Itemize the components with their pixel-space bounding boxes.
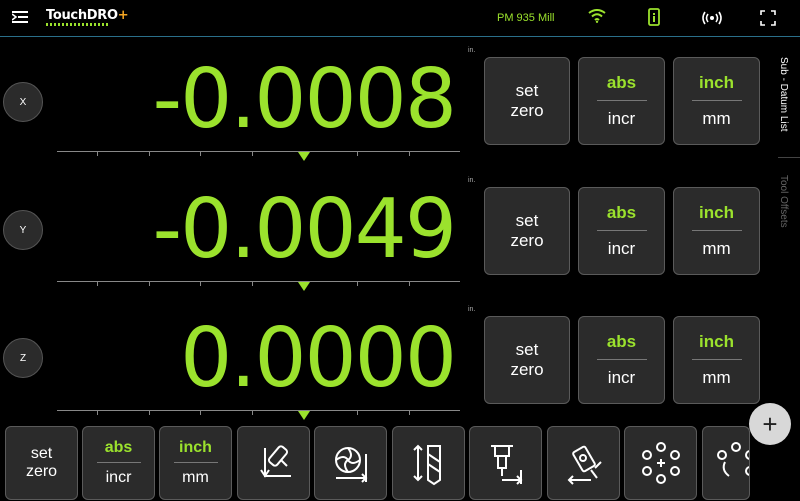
inch-label: inch (699, 73, 734, 92)
scale-marker-y (298, 282, 310, 291)
zero-label: zero (510, 101, 544, 120)
zero-label: zero (510, 360, 544, 379)
wifi-icon[interactable] (588, 9, 606, 28)
mm-label: mm (182, 469, 209, 486)
abs-incr-button-y[interactable]: abs incr (578, 187, 665, 275)
scale-marker-x (298, 152, 310, 161)
inch-mm-button-y[interactable]: inch mm (673, 187, 760, 275)
broadcast-icon[interactable] (702, 11, 722, 30)
abs-label: abs (606, 332, 637, 351)
axis-button-x[interactable]: X (3, 82, 43, 122)
bolt-circle-button[interactable] (624, 426, 697, 500)
scale-y (57, 281, 460, 291)
unit-label-x: in. (468, 47, 476, 54)
tool-length-button[interactable] (392, 426, 465, 500)
tab-sub-datum-list[interactable]: Sub - Datum List (778, 57, 800, 157)
tool-offset-button[interactable] (469, 426, 542, 500)
axis-button-y[interactable]: Y (3, 210, 43, 250)
incr-label: incr (607, 368, 636, 387)
unit-label-z: in. (468, 306, 476, 313)
unit-label-y: in. (468, 177, 476, 184)
logo-underline (46, 23, 110, 26)
inch-label: inch (699, 203, 734, 222)
zero-label: zero (25, 463, 58, 480)
menu-icon[interactable] (11, 10, 28, 29)
abs-label: abs (606, 203, 637, 222)
probe-icon (567, 445, 602, 485)
set-zero-button-x[interactable]: set zero (484, 57, 570, 145)
abs-label: abs (606, 73, 637, 92)
plus-icon: + (762, 408, 778, 439)
top-bar: TouchDRO+ PM 935 Mill (0, 0, 800, 37)
incr-label: incr (607, 239, 636, 258)
bolt-circle-partial-icon (717, 442, 749, 477)
axis-row-y: Y -0.0049 in. set zero abs incr inch mm (0, 167, 800, 297)
set-zero-button-y[interactable]: set zero (484, 187, 570, 275)
axis-button-z[interactable]: Z (3, 338, 43, 378)
set-zero-button-z[interactable]: set zero (484, 316, 570, 404)
scale-marker-z (298, 411, 310, 420)
edge-finder-button[interactable] (237, 426, 310, 500)
bolt-circle-icon (641, 442, 680, 484)
inch-mm-button-x[interactable]: inch mm (673, 57, 760, 145)
app-name: TouchDRO (46, 8, 118, 23)
scale-x (57, 151, 460, 161)
bolt-circle-partial-button[interactable] (702, 426, 750, 500)
scale-z (57, 410, 460, 420)
inch-mm-button-z[interactable]: inch mm (673, 316, 760, 404)
tool-offset-icon (490, 445, 522, 485)
set-label: set (515, 81, 539, 100)
app-logo: TouchDRO+ (46, 8, 129, 26)
axis-readout-x[interactable]: -0.0008 (152, 59, 457, 141)
abs-incr-button-x[interactable]: abs incr (578, 57, 665, 145)
abs-incr-button-z[interactable]: abs incr (578, 316, 665, 404)
axis-row-x: X -0.0008 in. set zero abs incr inch mm (0, 37, 800, 167)
axis-readout-y[interactable]: -0.0049 (152, 189, 457, 271)
mm-label: mm (702, 368, 731, 387)
inch-label: inch (699, 332, 734, 351)
inch-label: inch (179, 439, 212, 456)
set-label: set (515, 211, 539, 230)
tab-tool-offsets-label: Tool Offsets (778, 175, 789, 228)
abs-incr-all-button[interactable]: abs incr (82, 426, 155, 500)
set-label: set (30, 445, 53, 462)
abs-label: abs (104, 439, 133, 456)
fullscreen-icon[interactable] (760, 10, 776, 31)
tab-tool-offsets[interactable]: Tool Offsets (778, 175, 800, 255)
incr-label: incr (607, 109, 636, 128)
mm-label: mm (702, 109, 731, 128)
machine-name[interactable]: PM 935 Mill (497, 12, 554, 24)
edge-finder-icon (259, 445, 291, 478)
device-icon[interactable] (648, 8, 660, 31)
set-zero-all-button[interactable]: set zero (5, 426, 78, 500)
end-mill-button[interactable] (314, 426, 387, 500)
add-fab-button[interactable]: + (749, 403, 791, 445)
tab-sub-datum-list-label: Sub - Datum List (778, 57, 789, 132)
incr-label: incr (105, 469, 132, 486)
zero-label: zero (510, 231, 544, 250)
inch-mm-all-button[interactable]: inch mm (159, 426, 232, 500)
mm-label: mm (702, 239, 731, 258)
probe-button[interactable] (547, 426, 620, 500)
app-name-suffix: + (117, 8, 129, 23)
end-mill-icon (334, 447, 367, 483)
set-label: set (515, 340, 539, 359)
tool-length-icon (412, 444, 441, 486)
axis-readout-z[interactable]: 0.0000 (180, 318, 457, 400)
axis-row-z: Z 0.0000 in. set zero abs incr inch mm (0, 296, 800, 426)
